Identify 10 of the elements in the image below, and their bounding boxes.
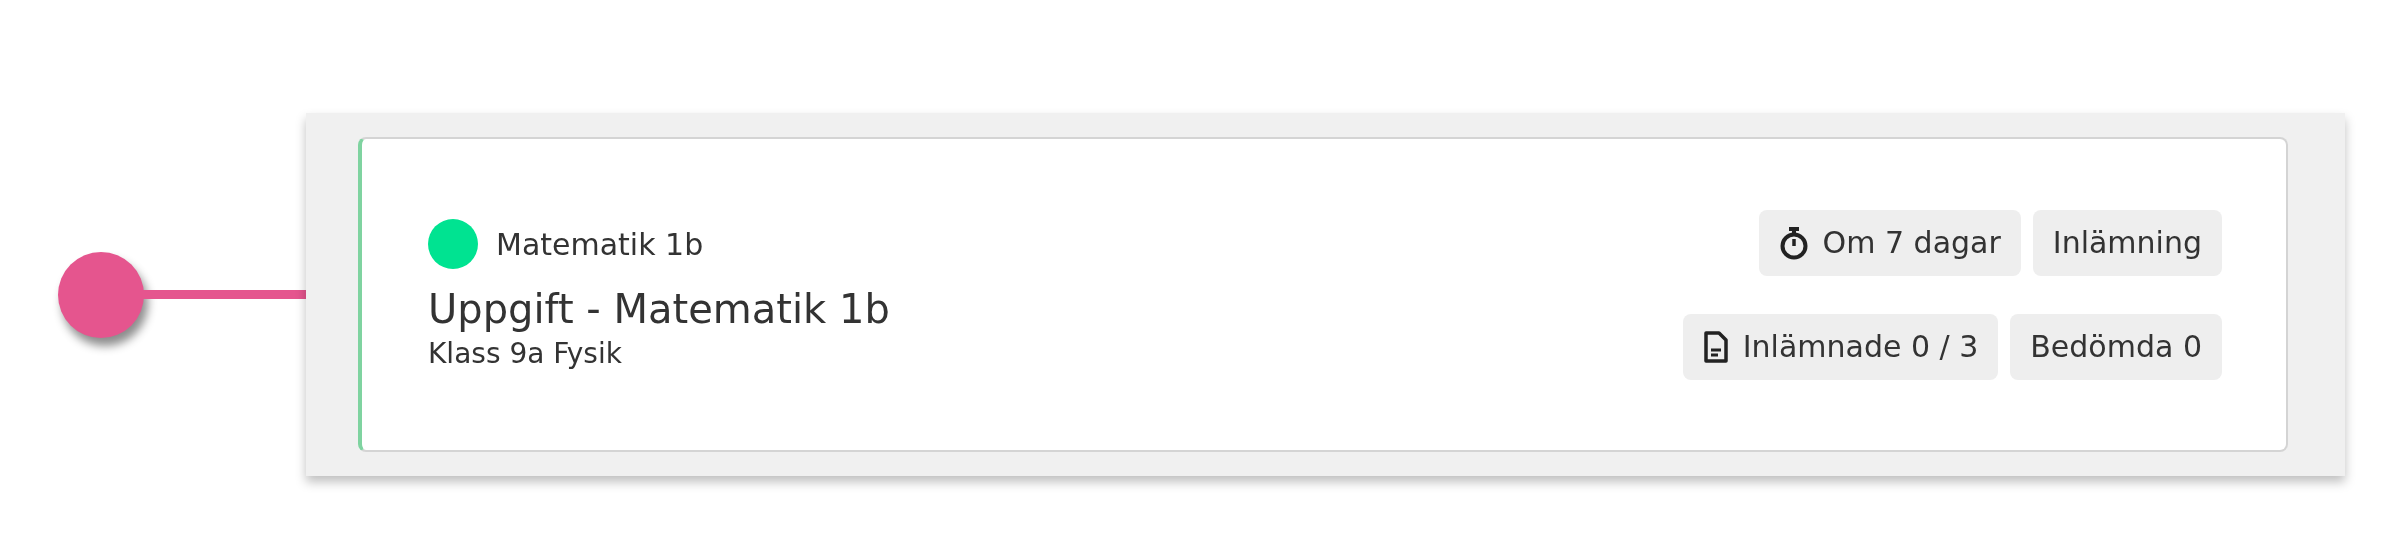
badge-label: Inlämning [2052, 225, 2202, 260]
badge-label: Inlämnade 0 / 3 [1742, 329, 1979, 364]
document-icon [1702, 330, 1729, 363]
subject-name: Matematik 1b [496, 226, 704, 262]
badge-label: Bedömda 0 [2030, 329, 2202, 364]
badge-label: Om 7 dagar [1822, 225, 2001, 260]
stopwatch-icon [1778, 225, 1809, 260]
assignment-card[interactable]: Matematik 1b Uppgift - Matematik 1b Klass 9a Fysik Om 7 dagar Inlämning Inlämnade 0 / 3 Bedömda 0 [358, 137, 2288, 452]
class-name: Klass 9a Fysik [428, 337, 623, 370]
assignment-title: Uppgift - Matematik 1b [428, 285, 890, 333]
